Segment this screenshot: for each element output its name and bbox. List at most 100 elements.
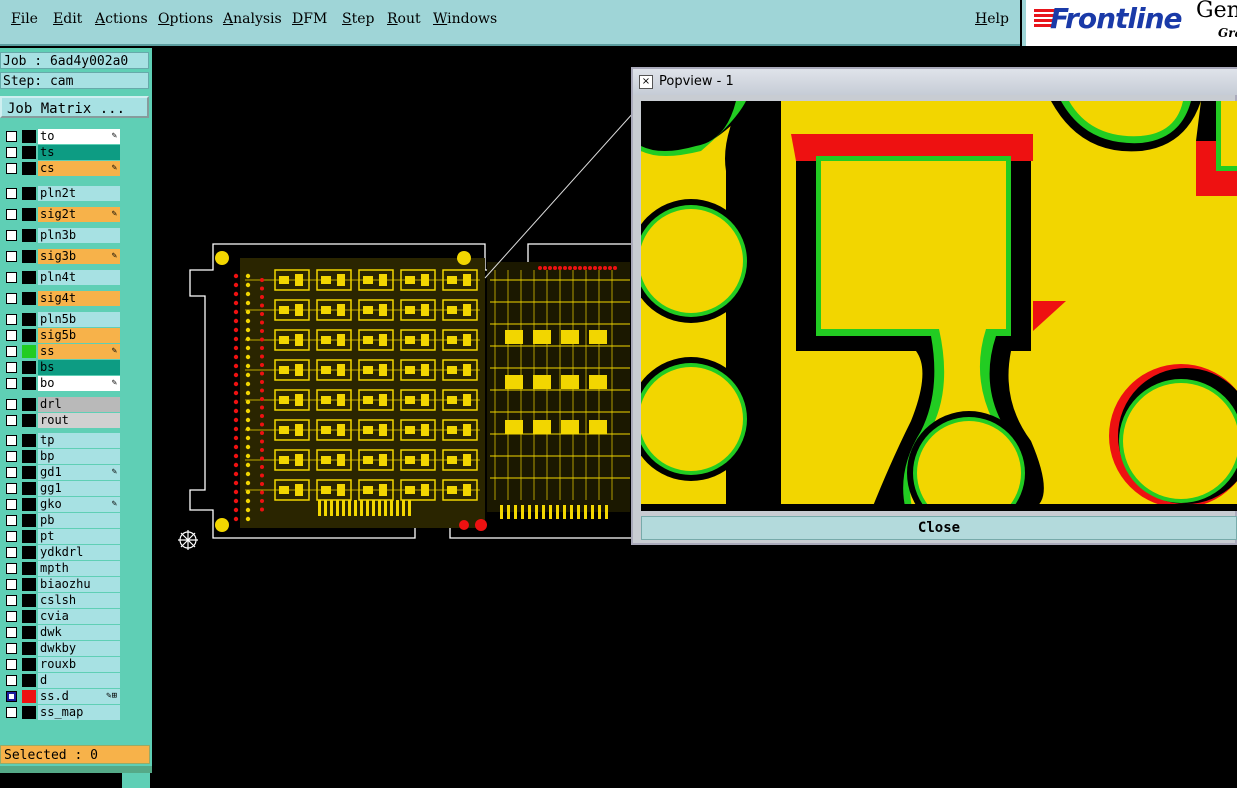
layer-name[interactable]: sig3b ✎ xyxy=(38,249,120,264)
layer-checkbox[interactable] xyxy=(6,467,17,478)
layer-checkbox[interactable] xyxy=(6,147,17,158)
layer-scrollbar[interactable] xyxy=(122,168,150,788)
layer-row[interactable]: ss_map xyxy=(2,705,122,720)
menu-options[interactable]: Options xyxy=(158,11,213,27)
layer-row[interactable]: biaozhu xyxy=(2,577,122,592)
layer-checkbox[interactable] xyxy=(6,563,17,574)
layer-color-swatch[interactable] xyxy=(22,482,36,495)
layer-checkbox[interactable] xyxy=(6,188,17,199)
layer-row[interactable]: pb xyxy=(2,513,122,528)
layer-checkbox[interactable] xyxy=(6,399,17,410)
layer-color-swatch[interactable] xyxy=(22,594,36,607)
layer-color-swatch[interactable] xyxy=(22,329,36,342)
layer-name[interactable]: bp xyxy=(38,449,120,464)
layer-checkbox[interactable] xyxy=(6,346,17,357)
popview-titlebar[interactable]: × Popview - 1 xyxy=(633,69,1237,95)
layer-name[interactable]: cvia xyxy=(38,609,120,624)
layer-color-swatch[interactable] xyxy=(22,377,36,390)
layer-checkbox[interactable] xyxy=(6,209,17,220)
layer-row[interactable]: gko ✎ xyxy=(2,497,122,512)
layer-name[interactable]: pt xyxy=(38,529,120,544)
layer-checkbox[interactable] xyxy=(6,314,17,325)
layer-checkbox[interactable] xyxy=(6,272,17,283)
layer-name[interactable]: gko ✎ xyxy=(38,497,120,512)
layer-name[interactable]: bo ✎ xyxy=(38,376,120,391)
layer-name[interactable]: rout xyxy=(38,413,120,428)
menu-analysis[interactable]: Analysis xyxy=(223,11,282,27)
layer-name[interactable]: biaozhu xyxy=(38,577,120,592)
layer-name[interactable]: cs ✎ xyxy=(38,161,120,176)
menu-file[interactable]: File xyxy=(11,11,38,27)
layer-name[interactable]: drl xyxy=(38,397,120,412)
menu-rout[interactable]: Rout xyxy=(387,11,421,27)
layer-color-swatch[interactable] xyxy=(22,229,36,242)
layer-row[interactable]: rouxb xyxy=(2,657,122,672)
layer-color-swatch[interactable] xyxy=(22,434,36,447)
layer-row[interactable]: rout xyxy=(2,413,122,428)
layer-row[interactable]: sig5b xyxy=(2,328,122,343)
layer-row[interactable]: sig2t ✎ xyxy=(2,207,122,222)
layer-checkbox[interactable] xyxy=(6,483,17,494)
layer-row[interactable]: bs xyxy=(2,360,122,375)
layer-color-swatch[interactable] xyxy=(22,162,36,175)
layer-row[interactable]: dwkby xyxy=(2,641,122,656)
layer-color-swatch[interactable] xyxy=(22,642,36,655)
layer-color-swatch[interactable] xyxy=(22,514,36,527)
layer-row[interactable]: pt xyxy=(2,529,122,544)
layer-name[interactable]: sig2t ✎ xyxy=(38,207,120,222)
layer-row[interactable]: drl xyxy=(2,397,122,412)
layer-name[interactable]: d xyxy=(38,673,120,688)
layer-row[interactable]: gd1 ✎ xyxy=(2,465,122,480)
layer-color-swatch[interactable] xyxy=(22,610,36,623)
popview-window[interactable]: × Popview - 1 Close xyxy=(631,67,1237,545)
popview-zoom-view[interactable] xyxy=(641,101,1237,511)
layer-row[interactable]: cs ✎ xyxy=(2,161,122,176)
layer-color-swatch[interactable] xyxy=(22,187,36,200)
layer-color-swatch[interactable] xyxy=(22,292,36,305)
layer-row[interactable]: ss ✎ xyxy=(2,344,122,359)
layer-checkbox[interactable] xyxy=(6,595,17,606)
layer-color-swatch[interactable] xyxy=(22,271,36,284)
layer-row[interactable]: tp xyxy=(2,433,122,448)
layer-row[interactable]: mpth xyxy=(2,561,122,576)
menu-edit[interactable]: Edit xyxy=(53,11,82,27)
menu-actions[interactable]: Actions xyxy=(95,11,148,27)
layer-checkbox[interactable] xyxy=(6,451,17,462)
layer-color-swatch[interactable] xyxy=(22,498,36,511)
layer-color-swatch[interactable] xyxy=(22,546,36,559)
layer-checkbox[interactable] xyxy=(6,515,17,526)
layer-name[interactable]: ts xyxy=(38,145,120,160)
layer-name[interactable]: pln3b xyxy=(38,228,120,243)
layer-name[interactable]: ss_map xyxy=(38,705,120,720)
layer-color-swatch[interactable] xyxy=(22,690,36,703)
layer-name[interactable]: rouxb xyxy=(38,657,120,672)
layer-checkbox[interactable] xyxy=(6,251,17,262)
layer-row[interactable]: d xyxy=(2,673,122,688)
layer-color-swatch[interactable] xyxy=(22,658,36,671)
layer-color-swatch[interactable] xyxy=(22,250,36,263)
layer-name[interactable]: ss ✎ xyxy=(38,344,120,359)
layer-checkbox[interactable] xyxy=(6,362,17,373)
layer-color-swatch[interactable] xyxy=(22,414,36,427)
layer-checkbox[interactable] xyxy=(6,378,17,389)
layer-row[interactable]: cvia xyxy=(2,609,122,624)
layer-row[interactable]: to ✎ xyxy=(2,129,122,144)
layer-name[interactable]: pln5b xyxy=(38,312,120,327)
menu-help[interactable]: Help xyxy=(975,11,1009,27)
layer-color-swatch[interactable] xyxy=(22,208,36,221)
layer-name[interactable]: tp xyxy=(38,433,120,448)
layer-name[interactable]: gg1 xyxy=(38,481,120,496)
layer-name[interactable]: mpth xyxy=(38,561,120,576)
layer-color-swatch[interactable] xyxy=(22,562,36,575)
layer-color-swatch[interactable] xyxy=(22,706,36,719)
layer-color-swatch[interactable] xyxy=(22,130,36,143)
layer-name[interactable]: pb xyxy=(38,513,120,528)
layer-checkbox[interactable] xyxy=(6,547,17,558)
layer-color-swatch[interactable] xyxy=(22,626,36,639)
menu-windows[interactable]: Windows xyxy=(433,11,497,27)
layer-color-swatch[interactable] xyxy=(22,674,36,687)
layer-color-swatch[interactable] xyxy=(22,578,36,591)
layer-color-swatch[interactable] xyxy=(22,530,36,543)
layer-row[interactable]: ts xyxy=(2,145,122,160)
layer-row[interactable]: gg1 xyxy=(2,481,122,496)
